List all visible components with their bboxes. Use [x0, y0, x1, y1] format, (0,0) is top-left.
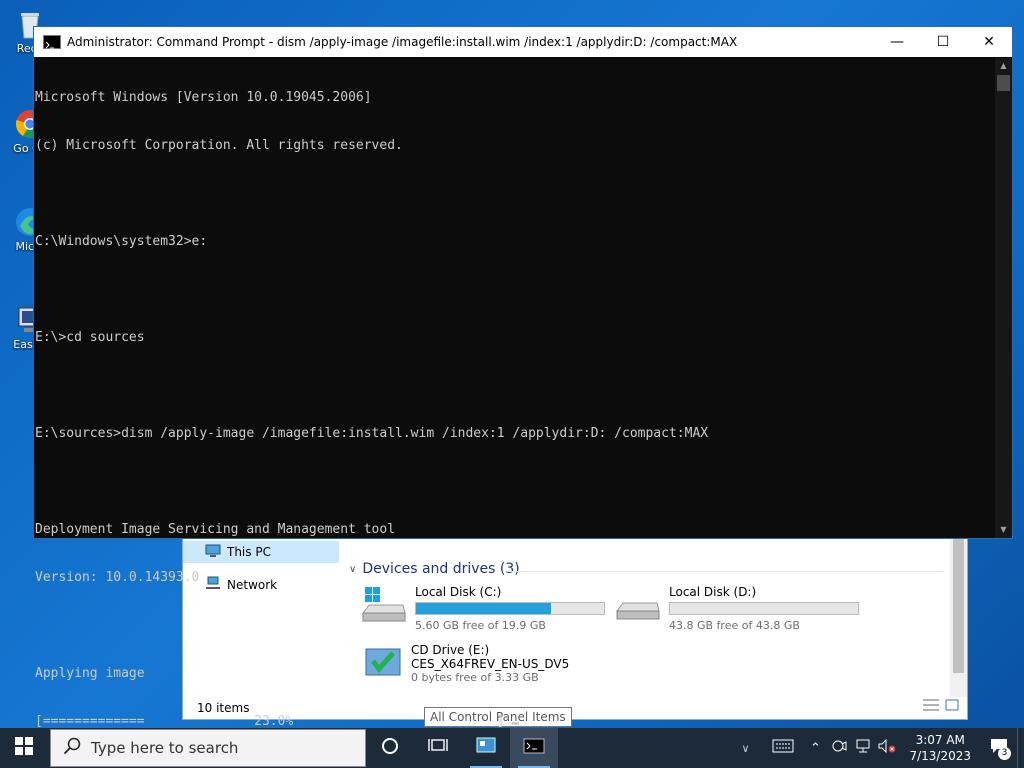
touch-keyboard-button[interactable]: [763, 728, 803, 768]
action-center-button[interactable]: 3: [981, 728, 1017, 768]
scroll-down-icon[interactable]: ▼: [995, 522, 1012, 538]
cortana-button[interactable]: [366, 728, 414, 768]
cortana-icon: [381, 737, 399, 759]
console-line: Deployment Image Servicing and Managemen…: [35, 522, 396, 537]
meet-now-button[interactable]: [827, 728, 851, 768]
windows-logo-icon: [15, 737, 33, 759]
volume-muted-icon: [878, 738, 896, 757]
close-icon: ✕: [983, 34, 995, 50]
console-line: C:\Windows\system32>e:: [35, 234, 208, 249]
console-line: Version: 10.0.14393.0: [35, 570, 200, 585]
show-desktop-button[interactable]: [1017, 728, 1024, 768]
taskbar: Type here to search ∨ ⌃ 3:07 AM 7/13/202…: [0, 728, 1024, 768]
window-title: Administrator: Command Prompt - dism /ap…: [67, 35, 738, 49]
console-scrollbar[interactable]: ▲ ▼: [995, 58, 1012, 538]
keyboard-icon: [772, 739, 794, 757]
console-line: (c) Microsoft Corporation. All rights re…: [35, 138, 403, 153]
progress-text: [============= 23.0% ]: [35, 714, 513, 729]
taskbar-app-control-panel[interactable]: [462, 728, 510, 768]
network-tray-button[interactable]: [851, 728, 875, 768]
taskbar-search-box[interactable]: Type here to search: [50, 729, 366, 767]
console-output[interactable]: Microsoft Windows [Version 10.0.19045.20…: [34, 58, 995, 729]
search-placeholder: Type here to search: [91, 739, 239, 757]
cmd-icon: [523, 738, 545, 758]
maximize-icon: ☐: [936, 34, 950, 50]
task-view-icon: [428, 738, 448, 758]
minimize-button[interactable]: —: [874, 27, 920, 57]
volume-button[interactable]: [875, 728, 899, 768]
tray-overflow-button[interactable]: ⌃: [803, 728, 827, 768]
start-button[interactable]: [0, 728, 48, 768]
control-panel-icon: [476, 737, 496, 759]
console-line: E:\>cd sources: [35, 330, 145, 345]
system-tray: ∨ ⌃ 3:07 AM 7/13/2023 3: [727, 728, 1024, 768]
taskbar-app-command-prompt[interactable]: [510, 728, 558, 768]
close-button[interactable]: ✕: [966, 27, 1012, 57]
video-camera-icon: [831, 739, 847, 757]
cmd-icon: [43, 35, 61, 49]
command-prompt-window[interactable]: Administrator: Command Prompt - dism /ap…: [33, 26, 1013, 729]
clock-time: 3:07 AM: [915, 733, 965, 747]
console-line: Microsoft Windows [Version 10.0.19045.20…: [35, 90, 372, 105]
scroll-up-icon[interactable]: ▲: [995, 58, 1012, 74]
chevron-up-icon: ⌃: [810, 740, 821, 756]
console-line: Applying image: [35, 666, 145, 681]
chevron-down-icon: ∨: [741, 741, 750, 755]
show-desktop-chevron[interactable]: ∨: [727, 728, 763, 768]
task-view-button[interactable]: [414, 728, 462, 768]
notification-badge: 3: [998, 747, 1011, 760]
clock[interactable]: 3:07 AM 7/13/2023: [899, 732, 981, 764]
text-cursor: [512, 722, 520, 725]
console-line: E:\sources>dism /apply-image /imagefile:…: [35, 426, 709, 441]
network-icon: [855, 739, 871, 757]
search-icon: [63, 737, 81, 759]
maximize-button[interactable]: ☐: [920, 27, 966, 57]
title-bar[interactable]: Administrator: Command Prompt - dism /ap…: [34, 27, 1012, 57]
scrollbar-thumb[interactable]: [997, 75, 1010, 91]
minimize-icon: —: [890, 34, 904, 50]
clock-date: 7/13/2023: [909, 749, 971, 763]
